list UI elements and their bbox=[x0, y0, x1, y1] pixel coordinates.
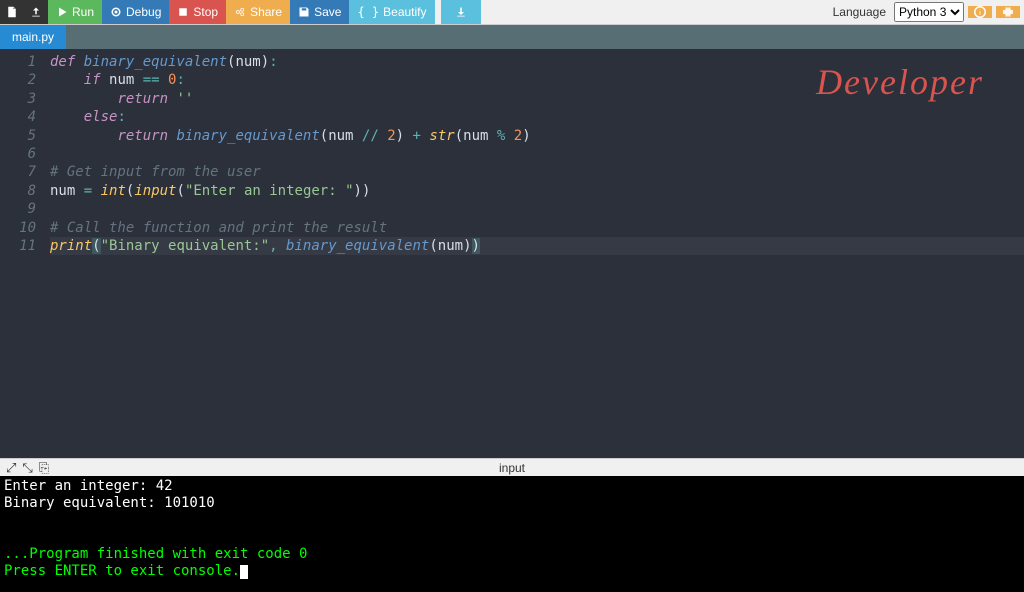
braces-icon: { } bbox=[357, 5, 379, 19]
tab-main[interactable]: main.py bbox=[0, 25, 66, 49]
stop-icon bbox=[177, 6, 189, 18]
language-select[interactable]: Python 3 bbox=[894, 2, 964, 22]
toolbar: Run Debug Stop Share Save { } Beautify L… bbox=[0, 0, 1024, 25]
share-icon bbox=[234, 6, 246, 18]
save-label: Save bbox=[314, 5, 341, 19]
play-icon bbox=[56, 6, 68, 18]
console-header: ⤢ ⤡ ⎘ input bbox=[0, 458, 1024, 476]
code-area[interactable]: def binary_equivalent(num): if num == 0:… bbox=[44, 49, 1024, 458]
svg-text:i: i bbox=[979, 8, 981, 17]
info-icon: i bbox=[974, 6, 986, 18]
save-button[interactable]: Save bbox=[290, 0, 349, 24]
debug-icon bbox=[110, 6, 122, 18]
file-icon bbox=[6, 6, 18, 18]
code-editor[interactable]: 1 2 34567891011 def binary_equivalent(nu… bbox=[0, 49, 1024, 458]
upload-icon bbox=[30, 6, 42, 18]
debug-button[interactable]: Debug bbox=[102, 0, 169, 24]
console-output[interactable]: Enter an integer: 42Binary equivalent: 1… bbox=[0, 476, 1024, 592]
gutter: 1 2 34567891011 bbox=[0, 49, 44, 458]
expand-icon[interactable]: ⤡ bbox=[22, 460, 32, 476]
console-title: input bbox=[499, 461, 525, 475]
upload-button[interactable] bbox=[24, 0, 48, 24]
collapse-icon[interactable]: ⤢ bbox=[6, 460, 16, 476]
download-button[interactable] bbox=[441, 0, 481, 24]
download-icon bbox=[455, 6, 467, 18]
settings-button[interactable] bbox=[996, 6, 1020, 18]
beautify-button[interactable]: { } Beautify bbox=[349, 0, 434, 24]
share-button[interactable]: Share bbox=[226, 0, 290, 24]
language-label: Language bbox=[833, 5, 886, 19]
tab-label: main.py bbox=[12, 30, 54, 44]
copy-icon[interactable]: ⎘ bbox=[39, 460, 49, 476]
stop-label: Stop bbox=[193, 5, 218, 19]
debug-label: Debug bbox=[126, 5, 161, 19]
save-icon bbox=[298, 6, 310, 18]
toolbar-right: Language Python 3 i bbox=[833, 0, 1024, 24]
gear-icon bbox=[1002, 6, 1014, 18]
run-label: Run bbox=[72, 5, 94, 19]
beautify-label: Beautify bbox=[383, 5, 426, 19]
tab-bar: main.py bbox=[0, 25, 1024, 49]
run-button[interactable]: Run bbox=[48, 0, 102, 24]
share-label: Share bbox=[250, 5, 282, 19]
stop-button[interactable]: Stop bbox=[169, 0, 226, 24]
info-button[interactable]: i bbox=[968, 6, 992, 18]
new-file-button[interactable] bbox=[0, 0, 24, 24]
